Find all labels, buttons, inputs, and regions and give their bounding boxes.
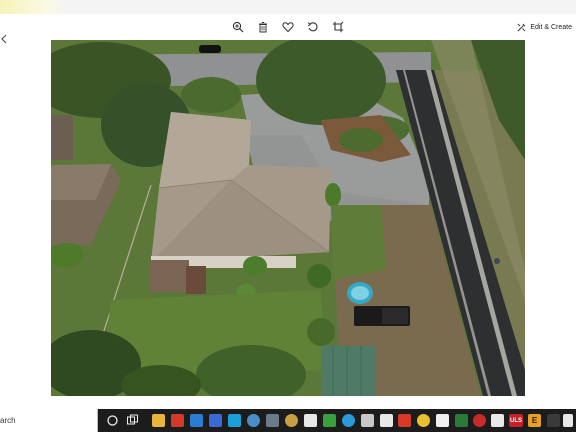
edit-create-label: Edit & Create: [530, 23, 572, 31]
app-e-icon[interactable]: E: [528, 414, 541, 427]
app-icon-5[interactable]: [228, 414, 241, 427]
mail-icon[interactable]: [190, 414, 203, 427]
rotate-button[interactable]: [304, 18, 322, 36]
search-text: arch: [0, 416, 16, 425]
window-top-strip: [0, 0, 576, 14]
edit-create-icon: [517, 23, 526, 31]
app-icon-6[interactable]: [266, 414, 279, 427]
rotate-icon: [307, 22, 318, 32]
task-switch-icon[interactable]: [126, 414, 139, 427]
uls-label: ULS: [510, 417, 522, 424]
aerial-photo-image: [51, 40, 525, 396]
iheart-icon[interactable]: [380, 414, 393, 427]
edge-icon[interactable]: [342, 414, 355, 427]
zoom-in-icon: [232, 21, 244, 33]
uls-icon[interactable]: ULS: [509, 414, 523, 427]
e-label: E: [531, 416, 538, 425]
app-icon-8[interactable]: [304, 414, 317, 427]
app-icon-7[interactable]: [285, 414, 298, 427]
steam-icon[interactable]: [247, 414, 260, 427]
winamp-icon[interactable]: [398, 414, 411, 427]
app-icon-4[interactable]: [209, 414, 222, 427]
crop-button[interactable]: [329, 18, 347, 36]
heart-icon: [282, 22, 294, 33]
chevron-left-icon[interactable]: [0, 34, 8, 44]
photo-toolbar: Edit & Create: [0, 14, 576, 44]
taskbar-search-box[interactable]: arch: [0, 409, 98, 432]
top-accent: [0, 0, 68, 14]
aerial-photo[interactable]: [51, 40, 525, 396]
delete-button[interactable]: [254, 18, 272, 36]
taskbar: arch ULS E: [0, 409, 576, 432]
trash-icon: [259, 22, 267, 33]
app-icon-16[interactable]: [455, 414, 468, 427]
task-view-icon[interactable]: [106, 414, 119, 427]
app-icon-15[interactable]: [436, 414, 449, 427]
chrome-icon[interactable]: [417, 414, 430, 427]
pinterest-icon[interactable]: [473, 414, 486, 427]
edit-create-button[interactable]: Edit & Create: [517, 19, 572, 35]
store-icon[interactable]: [323, 414, 336, 427]
app-icon-23[interactable]: [563, 414, 573, 427]
app-icon-11[interactable]: [361, 414, 374, 427]
app-icon-22[interactable]: [547, 414, 560, 427]
zoom-in-button[interactable]: [229, 18, 247, 36]
app-icon-18[interactable]: [491, 414, 504, 427]
crop-icon: [332, 21, 344, 33]
file-explorer-icon[interactable]: [152, 414, 165, 427]
app-icon-2[interactable]: [171, 414, 184, 427]
favorite-button[interactable]: [279, 18, 297, 36]
